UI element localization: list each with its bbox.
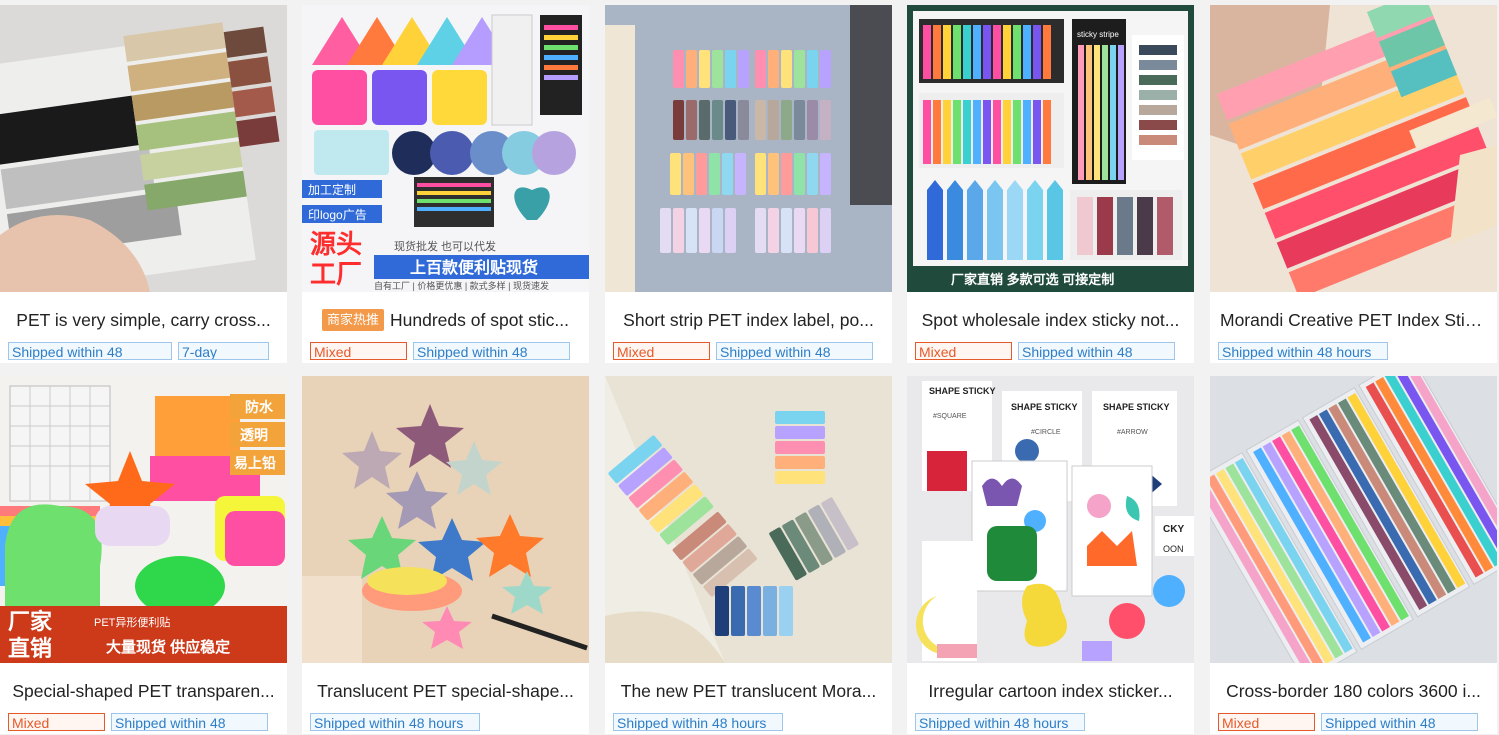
product-image[interactable] [1210, 376, 1497, 663]
product-title[interactable]: Spot wholesale index sticky not... [922, 310, 1180, 331]
product-tags: Mixed Shipped within 48 [310, 342, 581, 362]
product-image[interactable]: 加工定制 印logo广告 源头 工厂 现货批发 也可以代发 上百款便利贴现货 自… [302, 5, 589, 292]
badge-direct2: 直销 [8, 636, 52, 661]
badge-logo: 印logo广告 [308, 208, 367, 222]
badge-factory: 工厂 [310, 259, 362, 289]
product-title-row[interactable]: Special-shaped PET transparen... [10, 677, 277, 705]
product-title-row[interactable]: Translucent PET special-shape... [312, 677, 579, 705]
product-card[interactable]: SHAPE STICKY #SQUARE SHAPE STICKY #CIRCL… [907, 376, 1194, 734]
shipping-tag: Shipped within 48 [111, 713, 268, 731]
shipping-tag: Shipped within 48 [8, 342, 172, 360]
badge-writable: 易上铅 [234, 455, 276, 471]
return-tag: 7-day [178, 342, 269, 360]
product-image[interactable]: SHAPE STICKY #SQUARE SHAPE STICKY #CIRCL… [907, 376, 1194, 663]
shipping-tag: Shipped within 48 [716, 342, 873, 360]
shipping-tag: Shipped within 48 hours [915, 713, 1085, 731]
product-title-row[interactable]: The new PET translucent Mora... [615, 677, 882, 705]
card-hashtag-square: #SQUARE [933, 413, 967, 420]
card-title-1: SHAPE STICKY [929, 386, 996, 396]
product-image[interactable]: sticky stripe 厂家直销 多款可选 可接定制 [907, 5, 1194, 292]
mixed-tag: Mixed [310, 342, 407, 360]
product-tags: Mixed Shipped within 48 [915, 342, 1186, 362]
shipping-tag: Shipped within 48 hours [1218, 342, 1388, 360]
mixed-tag: Mixed [613, 342, 710, 360]
shipping-tag: Shipped within 48 hours [613, 713, 783, 731]
sticky-label: sticky stripe [1077, 30, 1119, 39]
product-tags: Shipped within 48 hours [1218, 342, 1489, 362]
product-card[interactable]: 防水 透明 易上铅 厂家 直销 PET异形便利贴 大量现货 供应稳定 Speci… [0, 376, 287, 734]
product-image[interactable] [1210, 5, 1497, 292]
product-title[interactable]: The new PET translucent Mora... [621, 681, 877, 702]
product-tags: Shipped within 48 hours [310, 713, 581, 733]
product-card[interactable]: Morandi Creative PET Index Stic... Shipp… [1210, 5, 1497, 363]
card-hashtag-circle: #CIRCLE [1031, 429, 1061, 436]
product-title[interactable]: Special-shaped PET transparen... [12, 681, 274, 702]
spot-line: 现货批发 也可以代发 [394, 239, 496, 253]
product-tags: Shipped within 48 hours [613, 713, 884, 733]
stock-label: 大量现货 供应稳定 [106, 638, 230, 656]
mixed-tag: Mixed [915, 342, 1012, 360]
product-tags: Shipped within 48 hours [915, 713, 1186, 733]
product-title[interactable]: Short strip PET index label, po... [623, 310, 874, 331]
shipping-tag: Shipped within 48 [1321, 713, 1478, 731]
product-card[interactable]: Short strip PET index label, po... Mixed… [605, 5, 892, 363]
product-card[interactable]: The new PET translucent Mora... Shipped … [605, 376, 892, 734]
badge-waterproof: 防水 [245, 399, 274, 415]
product-card[interactable]: Translucent PET special-shape... Shipped… [302, 376, 589, 734]
badge-transparent: 透明 [240, 427, 268, 443]
promo-badge: 商家热推 [322, 309, 385, 331]
shipping-tag: Shipped within 48 [413, 342, 570, 360]
hundreds-line: 上百款便利贴现货 [410, 258, 538, 277]
product-title[interactable]: Morandi Creative PET Index Stic... [1220, 310, 1487, 331]
card-hashtag-arrow: #ARROW [1117, 429, 1148, 436]
card-title-2: SHAPE STICKY [1011, 402, 1078, 412]
product-title[interactable]: Irregular cartoon index sticker... [928, 681, 1172, 702]
product-title[interactable]: PET is very simple, carry cross... [16, 310, 270, 331]
product-title-row[interactable]: Cross-border 180 colors 3600 i... [1220, 677, 1487, 705]
product-image[interactable] [302, 376, 589, 663]
shape-label: PET异形便利贴 [94, 615, 170, 629]
badge-custom: 加工定制 [308, 182, 356, 197]
mixed-tag: Mixed [1218, 713, 1315, 731]
product-title-row[interactable]: Short strip PET index label, po... [615, 306, 882, 334]
product-image[interactable] [605, 376, 892, 663]
product-card[interactable]: Cross-border 180 colors 3600 i... Mixed … [1210, 376, 1497, 734]
shipping-tag: Shipped within 48 [1018, 342, 1175, 360]
product-image[interactable] [605, 5, 892, 292]
card-fragment-2: OON [1163, 544, 1184, 554]
product-title-row[interactable]: Morandi Creative PET Index Stic... [1220, 306, 1487, 334]
footer-banner: 厂家直销 多款可选 可接定制 [951, 272, 1114, 287]
product-title[interactable]: Translucent PET special-shape... [317, 681, 574, 702]
product-card[interactable]: 加工定制 印logo广告 源头 工厂 现货批发 也可以代发 上百款便利贴现货 自… [302, 5, 589, 363]
product-card[interactable]: PET is very simple, carry cross... Shipp… [0, 5, 287, 363]
product-image[interactable]: 防水 透明 易上铅 厂家 直销 PET异形便利贴 大量现货 供应稳定 [0, 376, 287, 663]
badge-direct: 厂家 [8, 609, 53, 634]
product-image[interactable] [0, 5, 287, 292]
product-tags: Mixed Shipped within 48 [8, 713, 279, 733]
card-title-3: SHAPE STICKY [1103, 402, 1170, 412]
card-fragment-1: CKY [1163, 524, 1184, 535]
shipping-tag: Shipped within 48 hours [310, 713, 480, 731]
product-tags: Shipped within 48 7-day [8, 342, 279, 362]
product-title-row[interactable]: Spot wholesale index sticky not... [917, 306, 1184, 334]
product-title-row[interactable]: PET is very simple, carry cross... [10, 306, 277, 334]
badge-source: 源头 [310, 229, 362, 259]
product-card[interactable]: sticky stripe 厂家直销 多款可选 可接定制 Spot wholes… [907, 5, 1194, 363]
product-tags: Mixed Shipped within 48 [613, 342, 884, 362]
mixed-tag: Mixed [8, 713, 105, 731]
product-title-row[interactable]: 商家热推 Hundreds of spot stic... [312, 306, 579, 334]
product-title-row[interactable]: Irregular cartoon index sticker... [917, 677, 1184, 705]
product-title[interactable]: Hundreds of spot stic... [390, 310, 569, 331]
product-tags: Mixed Shipped within 48 [1218, 713, 1489, 733]
features-line: 自有工厂 | 价格更优惠 | 款式多样 | 现货速发 [374, 280, 549, 291]
product-title[interactable]: Cross-border 180 colors 3600 i... [1226, 681, 1481, 702]
